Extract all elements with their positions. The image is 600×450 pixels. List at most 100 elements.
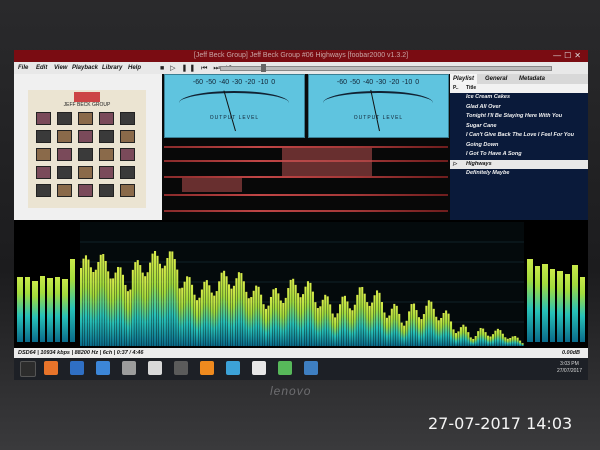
spectrum-bar bbox=[388, 315, 391, 346]
spectrum-bar bbox=[358, 287, 361, 346]
tab-metadata[interactable]: Metadata bbox=[516, 74, 548, 84]
spectrum-bar bbox=[260, 294, 263, 346]
explorer-icon[interactable] bbox=[148, 361, 162, 375]
app-icon[interactable] bbox=[278, 361, 292, 375]
peak-bar bbox=[579, 277, 585, 342]
spectrum-bar bbox=[242, 281, 245, 346]
app-icon[interactable] bbox=[226, 361, 240, 375]
spectrum-bar bbox=[292, 278, 295, 346]
menu-file[interactable]: File bbox=[18, 62, 28, 74]
spectrum-bar bbox=[366, 302, 369, 346]
spectrum-bar bbox=[501, 333, 504, 346]
spectrum-bar bbox=[514, 336, 517, 346]
spectrum-bar bbox=[92, 272, 95, 346]
spectrum-bar bbox=[346, 301, 349, 346]
spectrum-bar bbox=[117, 266, 120, 346]
laptop-brand-logo: lenovo bbox=[270, 384, 312, 398]
spectrum-bar bbox=[134, 262, 137, 346]
tab-playlist[interactable]: Playlist bbox=[450, 74, 478, 84]
spectrum-bar bbox=[269, 296, 272, 346]
seek-bar[interactable] bbox=[220, 64, 552, 72]
spectrum-bar bbox=[496, 328, 499, 346]
album-photo-tile bbox=[120, 112, 135, 125]
spectrum-bar bbox=[452, 329, 455, 346]
album-photo-tile bbox=[78, 148, 93, 161]
visualizer-panel bbox=[14, 220, 588, 348]
spectrum-bar bbox=[380, 302, 383, 346]
spectrum-bar bbox=[506, 338, 509, 346]
spectrum-bar bbox=[413, 303, 416, 346]
spectrum-bar bbox=[371, 302, 374, 346]
spectrum-bar bbox=[356, 294, 359, 346]
playlist-item[interactable]: Definitely Maybe bbox=[450, 169, 588, 179]
window-titlebar[interactable]: [Jeff Beck Group] Jeff Beck Group #06 Hi… bbox=[14, 50, 588, 62]
menu-edit[interactable]: Edit bbox=[36, 62, 47, 74]
spectrum-bar bbox=[368, 305, 371, 346]
windows-start-icon[interactable] bbox=[20, 361, 36, 377]
playlist-item[interactable]: Glad All Over bbox=[450, 103, 588, 113]
vu-meter-panel: -60 -50 -40 -30 -20 -10 0 OUTPUT LEVEL -… bbox=[162, 74, 450, 138]
window-controls[interactable]: —☐✕ bbox=[553, 50, 584, 62]
column-playing[interactable]: P.. bbox=[453, 84, 458, 93]
playlist-item[interactable]: Sugar Cane bbox=[450, 122, 588, 132]
spectrum-bar bbox=[435, 316, 438, 346]
album-photo-tile bbox=[120, 148, 135, 161]
spectrum-bar bbox=[491, 334, 494, 346]
playlist-item[interactable]: I Got To Have A Song bbox=[450, 150, 588, 160]
playlist-item[interactable]: ▷ Highways bbox=[450, 159, 588, 169]
spectrum-bar bbox=[208, 285, 211, 346]
menu-view[interactable]: View bbox=[54, 62, 67, 74]
spectrum-bar bbox=[499, 330, 502, 346]
album-photo-tile bbox=[57, 112, 72, 125]
photo-timestamp: 27-07-2017 14:03 bbox=[428, 414, 573, 433]
alien-app-icon[interactable] bbox=[174, 361, 188, 375]
peak-meter-right bbox=[526, 224, 586, 342]
volume-readout[interactable]: 0.00dB bbox=[562, 348, 580, 358]
spectrum-bar bbox=[324, 294, 327, 346]
playlist-item[interactable]: Tonight I'll Be Staying Here With You bbox=[450, 112, 588, 122]
spectrum-bar bbox=[80, 268, 83, 346]
app-icon[interactable] bbox=[252, 361, 266, 375]
album-photo-tile bbox=[78, 166, 93, 179]
spectrum-bar bbox=[509, 338, 512, 346]
spectrum-bar bbox=[97, 261, 100, 346]
spectrum-bar bbox=[223, 270, 226, 346]
dropbox-icon[interactable] bbox=[96, 361, 110, 375]
vu-label: OUTPUT LEVEL bbox=[353, 115, 404, 121]
playlist-item-title: Glad All Over bbox=[466, 103, 501, 110]
spectrum-bar bbox=[351, 310, 354, 346]
peak-bar bbox=[572, 265, 578, 342]
chrome-icon[interactable] bbox=[304, 361, 318, 375]
spectrum-bar bbox=[474, 336, 477, 346]
album-photo-tile bbox=[99, 112, 114, 125]
album-cover-title: JEFF BECK GROUP bbox=[63, 102, 111, 108]
spectrum-bar bbox=[294, 284, 297, 346]
playlist-item[interactable]: I Can't Give Back The Love I Feel For Yo… bbox=[450, 131, 588, 141]
menu-library[interactable]: Library bbox=[102, 62, 122, 74]
playlist-item[interactable]: Going Down bbox=[450, 141, 588, 151]
playlist-item[interactable]: Ice Cream Cakes bbox=[450, 93, 588, 103]
spectrum-bar bbox=[403, 325, 406, 346]
taskbar-clock[interactable]: 3:03 PM 27/07/2017 bbox=[557, 361, 582, 375]
menu-playback[interactable]: Playback bbox=[72, 62, 98, 74]
column-title[interactable]: Title bbox=[466, 84, 476, 93]
app-icon[interactable] bbox=[44, 361, 58, 375]
app-icon[interactable] bbox=[70, 361, 84, 375]
spectrum-bar bbox=[472, 338, 475, 346]
clock-date: 27/07/2017 bbox=[556, 368, 582, 374]
clock-time: 3:03 PM bbox=[560, 361, 579, 367]
vlc-icon[interactable] bbox=[200, 361, 214, 375]
menu-help[interactable]: Help bbox=[128, 62, 141, 74]
spectrum-bar bbox=[457, 331, 460, 346]
tab-general[interactable]: General bbox=[482, 74, 510, 84]
app-icon[interactable] bbox=[122, 361, 136, 375]
spectrum-bar bbox=[109, 278, 112, 346]
spectrum-bar bbox=[410, 304, 413, 346]
spectrum-bar bbox=[437, 320, 440, 346]
spectrum-bar bbox=[415, 310, 418, 346]
spectrum-bar bbox=[183, 281, 186, 346]
spectrum-bar bbox=[129, 289, 132, 346]
seek-knob[interactable] bbox=[261, 64, 266, 72]
spectrum-bar bbox=[220, 272, 223, 346]
spectrum-bar bbox=[279, 300, 282, 346]
